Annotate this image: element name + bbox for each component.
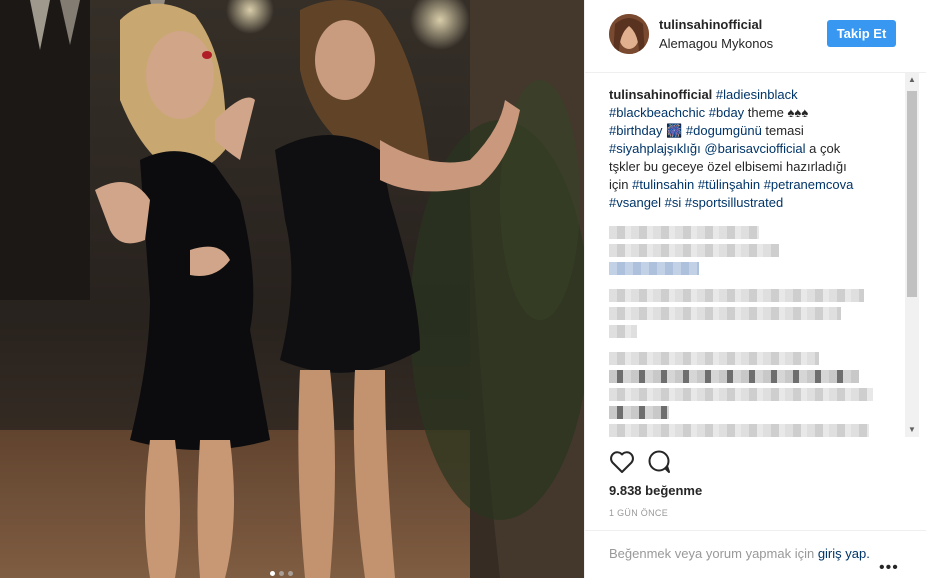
- avatar-image: [609, 14, 649, 54]
- hashtag-link[interactable]: #birthday: [609, 123, 662, 138]
- mention-link[interactable]: @barisavciofficial: [704, 141, 805, 156]
- post-location[interactable]: Alemagou Mykonos: [659, 36, 773, 51]
- post-header: tulinsahinofficial Alemagou Mykonos Taki…: [585, 0, 926, 73]
- avatar[interactable]: [609, 14, 649, 54]
- comments-list: tulinsahinofficial #ladiesinblack #black…: [609, 86, 903, 438]
- like-count[interactable]: 9.838 beğenme: [609, 483, 702, 498]
- follow-button[interactable]: Takip Et: [827, 20, 896, 47]
- blurred-comment-line: [609, 370, 859, 383]
- blurred-comment-line: [609, 226, 759, 239]
- post-timestamp[interactable]: 1 GÜN ÖNCE: [609, 508, 668, 518]
- blurred-comment-line: [609, 424, 869, 437]
- caption-fragment: theme ♠♠♠: [747, 105, 809, 120]
- hashtag-link[interactable]: #siyahplajşıklığı: [609, 141, 701, 156]
- scroll-down-icon[interactable]: ▼: [905, 423, 919, 437]
- blurred-comment-line: [609, 388, 873, 401]
- hashtag-link[interactable]: #blackbeachchic: [609, 105, 705, 120]
- blurred-comment-line: [609, 262, 699, 275]
- photo-image: [0, 0, 584, 578]
- hashtag-link[interactable]: #ladiesinblack: [716, 87, 798, 102]
- post-photo[interactable]: [0, 0, 584, 578]
- hashtag-link[interactable]: #tulinsahin: [632, 177, 694, 192]
- login-prompt-text: Beğenmek veya yorum yapmak için: [609, 546, 818, 561]
- hashtag-link[interactable]: #petranemcova: [764, 177, 854, 192]
- hashtag-link[interactable]: #vsangel: [609, 195, 661, 210]
- carousel-dot: [270, 571, 275, 576]
- heart-icon[interactable]: [609, 450, 635, 479]
- login-link[interactable]: giriş yap.: [818, 546, 870, 561]
- hashtag-link[interactable]: #si: [665, 195, 682, 210]
- comment-icon[interactable]: [647, 450, 673, 479]
- scrollbar-thumb[interactable]: [907, 91, 917, 297]
- hashtag-link[interactable]: #bday: [709, 105, 744, 120]
- hashtag-link[interactable]: #sportsillustrated: [685, 195, 783, 210]
- post-footer: Beğenmek veya yorum yapmak için giriş ya…: [585, 530, 926, 579]
- post-side-panel: tulinsahinofficial Alemagou Mykonos Taki…: [584, 0, 926, 578]
- post-username[interactable]: tulinsahinofficial: [659, 17, 762, 32]
- caption-username[interactable]: tulinsahinofficial: [609, 87, 712, 102]
- scroll-up-icon[interactable]: ▲: [905, 73, 919, 87]
- more-options-icon[interactable]: •••: [879, 559, 899, 577]
- blurred-comments: [609, 226, 903, 437]
- blurred-comment-line: [609, 307, 841, 320]
- carousel-dot: [288, 571, 293, 576]
- hashtag-link[interactable]: #dogumgünü: [686, 123, 762, 138]
- blurred-comment-line: [609, 325, 637, 338]
- caption-text: #ladiesinblack #blackbeachchic #bday the…: [609, 87, 853, 210]
- carousel-indicator: [270, 571, 293, 576]
- login-prompt: Beğenmek veya yorum yapmak için giriş ya…: [609, 545, 879, 563]
- blurred-comment-line: [609, 406, 669, 419]
- caption: tulinsahinofficial #ladiesinblack #black…: [609, 86, 903, 212]
- carousel-dot: [279, 571, 284, 576]
- caption-fragment: 🎆: [662, 123, 686, 138]
- comments-scrollbar[interactable]: ▲ ▼: [905, 73, 919, 437]
- blurred-comment-line: [609, 289, 864, 302]
- blurred-comment-line: [609, 352, 819, 365]
- hashtag-link[interactable]: #tülinşahin: [698, 177, 760, 192]
- blurred-comment-line: [609, 244, 779, 257]
- caption-fragment: temasi: [765, 123, 804, 138]
